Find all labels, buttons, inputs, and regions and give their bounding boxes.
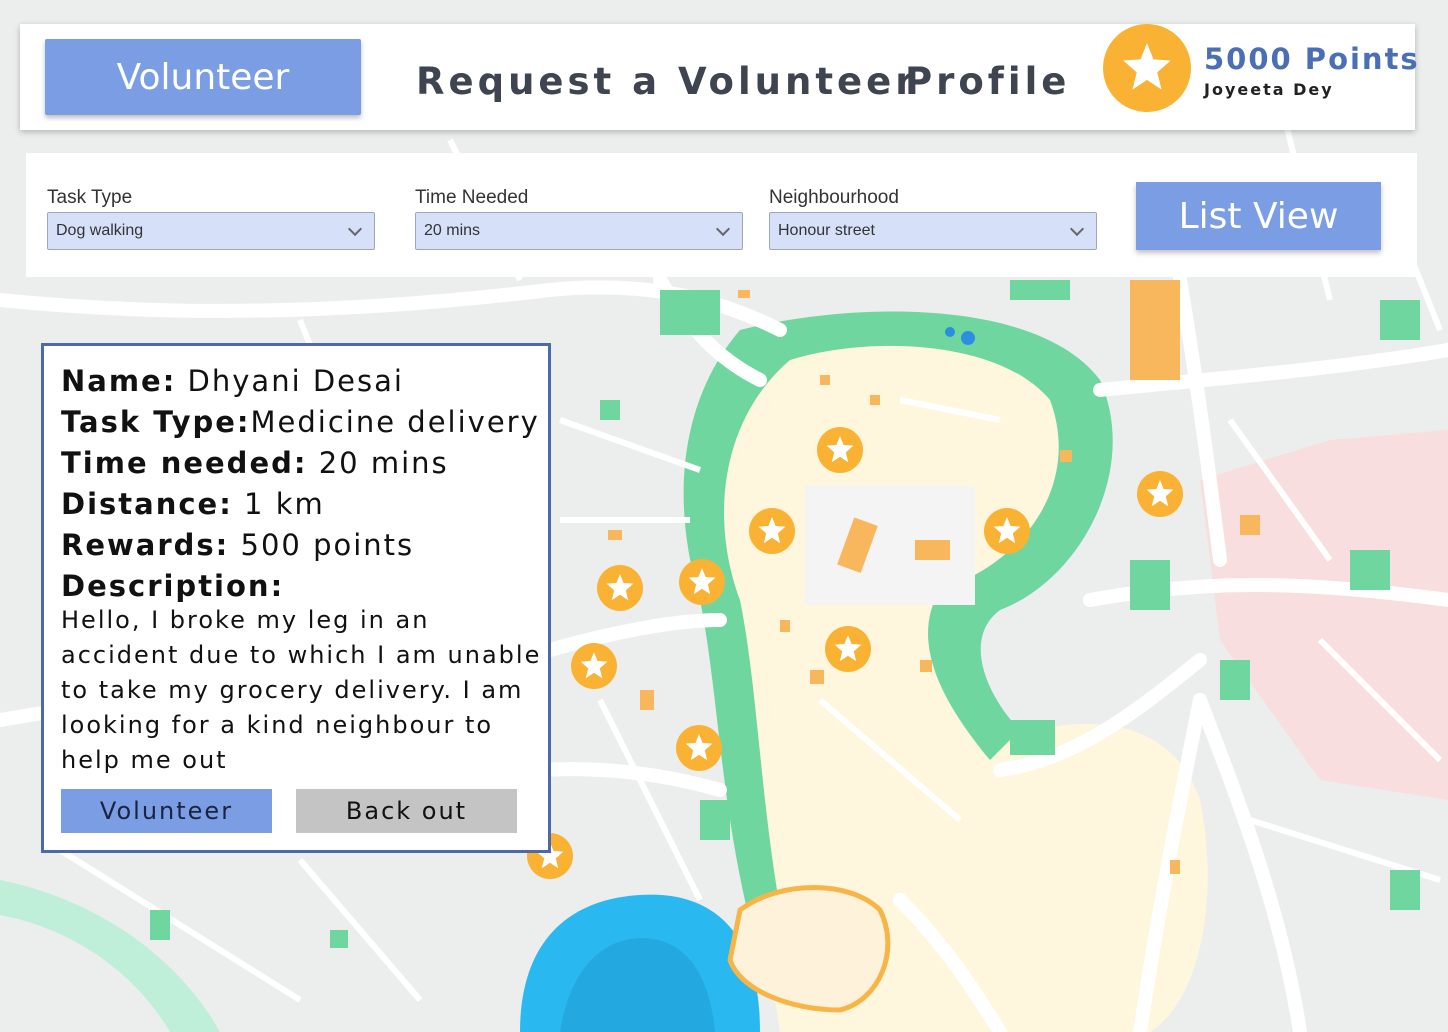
- description-text: Hello, I broke my leg in an accident due…: [61, 606, 542, 774]
- time-needed-row: Time needed: 20 mins: [61, 446, 449, 480]
- chevron-down-icon: [1069, 221, 1085, 237]
- time-needed-value: 20 mins: [318, 446, 449, 480]
- task-type-value: Medicine delivery: [250, 405, 540, 439]
- task-marker-star-icon[interactable]: [825, 626, 871, 672]
- profile-link[interactable]: Profile: [905, 60, 1070, 103]
- list-view-button[interactable]: List View: [1136, 182, 1381, 250]
- task-marker-star-icon[interactable]: [817, 427, 863, 473]
- task-type-select[interactable]: Dog walking: [47, 212, 375, 250]
- task-marker-star-icon[interactable]: [679, 559, 725, 605]
- chevron-down-icon: [715, 221, 731, 237]
- neighbourhood-label: Neighbourhood: [769, 187, 899, 208]
- back-out-button[interactable]: Back out: [296, 789, 517, 833]
- rewards-key: Rewards:: [61, 528, 230, 562]
- time-needed-key: Time needed:: [61, 446, 308, 480]
- task-marker-star-icon[interactable]: [571, 643, 617, 689]
- task-type-row: Task Type:Medicine delivery: [61, 405, 540, 439]
- description-key: Description:: [61, 569, 285, 603]
- time-needed-value: 20 mins: [424, 222, 481, 239]
- distance-row: Distance: 1 km: [61, 487, 325, 521]
- task-type-key: Task Type:: [61, 405, 251, 439]
- task-marker-star-icon[interactable]: [984, 508, 1030, 554]
- task-type-value: Dog walking: [56, 222, 144, 239]
- filter-bar: Task Type Dog walking Time Needed 20 min…: [26, 153, 1417, 277]
- user-name: Joyeeta Dey: [1204, 80, 1334, 99]
- task-marker-star-icon[interactable]: [597, 565, 643, 611]
- description-heading: Description:: [61, 569, 284, 603]
- task-marker-star-icon[interactable]: [749, 508, 795, 554]
- distance-key: Distance:: [61, 487, 233, 521]
- task-type-label: Task Type: [47, 187, 133, 208]
- points-balance: 5000 Points: [1204, 42, 1420, 76]
- chevron-down-icon: [347, 221, 363, 237]
- volunteer-button[interactable]: Volunteer: [61, 789, 272, 833]
- request-volunteer-link[interactable]: Request a Volunteer: [416, 60, 917, 103]
- task-marker-star-icon[interactable]: [676, 725, 722, 771]
- time-needed-label: Time Needed: [415, 187, 529, 208]
- task-marker-star-icon[interactable]: [1137, 471, 1183, 517]
- task-detail-card: Name: Dhyani Desai Task Type:Medicine de…: [41, 343, 551, 853]
- neighbourhood-select[interactable]: Honour street: [769, 212, 1097, 250]
- distance-value: 1 km: [244, 487, 325, 521]
- time-needed-select[interactable]: 20 mins: [415, 212, 743, 250]
- rewards-value: 500 points: [240, 528, 415, 562]
- rewards-row: Rewards: 500 points: [61, 528, 414, 562]
- neighbourhood-value: Honour street: [778, 222, 875, 239]
- top-navigation-bar: Volunteer Request a Volunteer Profile 50…: [20, 24, 1418, 130]
- volunteer-tab-button[interactable]: Volunteer: [45, 39, 361, 115]
- name-row: Name: Dhyani Desai: [61, 364, 404, 398]
- star-icon: [1103, 24, 1191, 112]
- name-value: Dhyani Desai: [187, 364, 404, 398]
- name-key: Name:: [61, 364, 177, 398]
